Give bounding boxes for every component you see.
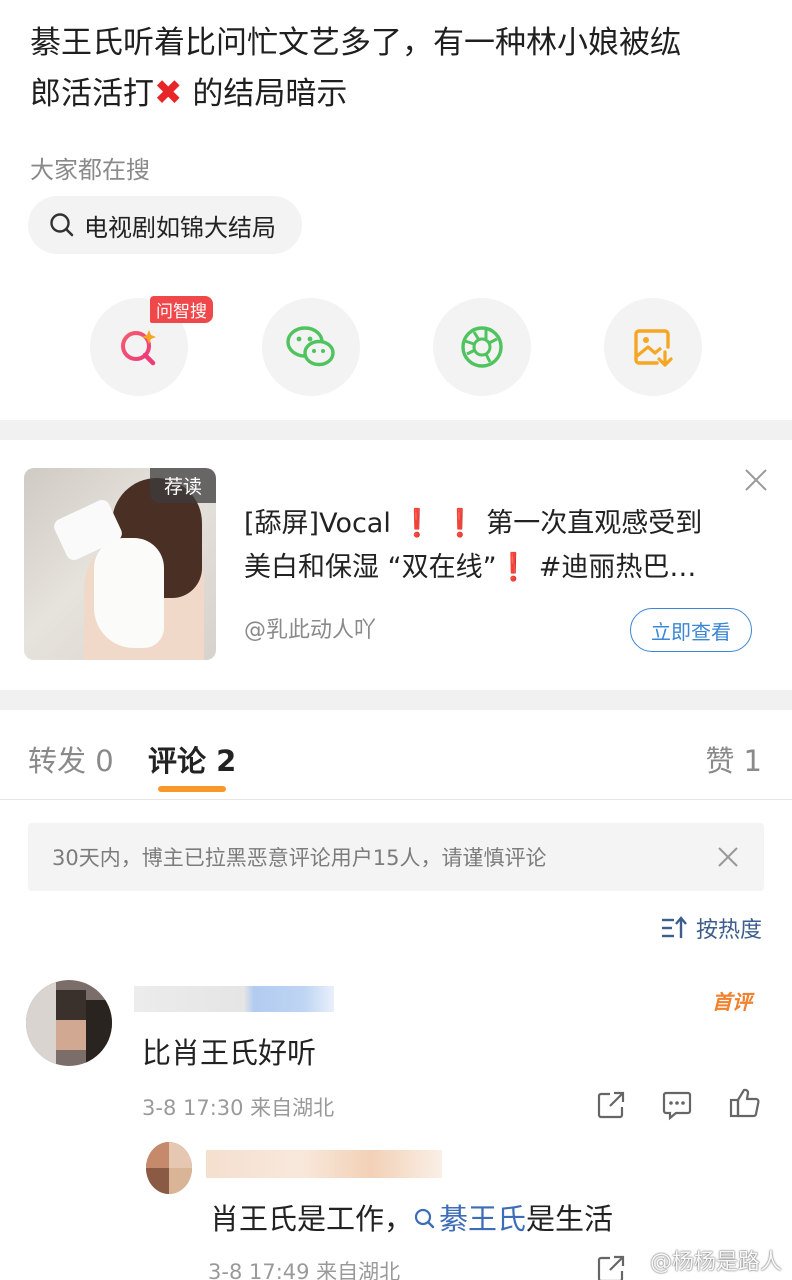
avatar[interactable]: [146, 1142, 192, 1194]
post-text: 綦王氏听着比问忙文艺多了，有一种林小娘被纮 郎活活打✖ 的结局暗示: [30, 18, 770, 119]
share-icon[interactable]: [594, 1088, 628, 1122]
like-icon[interactable]: [728, 1086, 762, 1120]
reply-icon[interactable]: [660, 1088, 694, 1122]
tab-likes[interactable]: 赞 1: [705, 738, 762, 780]
search-chip-label: 电视剧如锦大结局: [84, 213, 276, 242]
search-icon: [414, 1208, 435, 1229]
ai-search-badge: 问智搜: [150, 296, 213, 323]
share-row: 问智搜: [0, 296, 792, 398]
blocked-users-notice: 30天内，博主已拉黑恶意评论用户15人，请谨慎评论: [28, 823, 764, 891]
view-now-button[interactable]: 立即查看: [630, 608, 752, 652]
exclamation-icon: ❗: [496, 552, 531, 583]
recommended-card[interactable]: 荐读 [舔屏]Vocal ❗ ❗ 第一次直观感受到 美白和保湿 “双在线”❗ #…: [0, 440, 792, 690]
tab-comments[interactable]: 评论 2: [148, 738, 236, 780]
moments-icon: [461, 326, 503, 368]
active-tab-indicator: [158, 786, 226, 792]
notice-text: 30天内，博主已拉黑恶意评论用户15人，请谨慎评论: [52, 846, 547, 870]
post-text-line2: 郎活活打✖ 的结局暗示: [30, 73, 348, 113]
interaction-tabs: 转发 0 评论 2 赞 1: [0, 710, 792, 800]
cross-mark-icon: ✖: [154, 73, 183, 113]
recommended-thumbnail[interactable]: 荐读: [24, 468, 216, 660]
close-icon[interactable]: [716, 845, 740, 869]
recommended-author[interactable]: @乳此动人吖: [244, 612, 376, 644]
reply-meta: 3-8 17:49 来自湖北: [208, 1260, 401, 1280]
comment-meta: 3-8 17:30 来自湖北: [142, 1096, 335, 1120]
save-image-icon: [634, 329, 673, 367]
watermark: @杨杨是路人: [649, 1250, 782, 1275]
share-icon[interactable]: [594, 1252, 628, 1280]
save-image-button[interactable]: [604, 298, 702, 396]
section-divider: [0, 690, 792, 710]
wechat-icon: [286, 326, 335, 367]
sort-icon: [661, 916, 687, 938]
topic-search-link[interactable]: 綦王氏: [439, 1202, 526, 1236]
sort-label: 按热度: [695, 918, 762, 943]
close-icon[interactable]: [742, 466, 770, 494]
comment-text: 比肖王氏好听: [142, 1036, 317, 1070]
moments-share-button[interactable]: [433, 298, 531, 396]
ai-search-button[interactable]: 问智搜: [90, 296, 213, 396]
section-divider: [0, 420, 792, 440]
avatar[interactable]: [26, 980, 112, 1066]
reply-text: 肖王氏是工作， 綦王氏是生活: [210, 1202, 614, 1236]
first-comment-badge: 首评: [712, 990, 752, 1014]
wechat-share-button[interactable]: [262, 298, 360, 396]
search-chip[interactable]: 电视剧如锦大结局: [28, 196, 302, 254]
commenter-name-blurred[interactable]: [134, 986, 334, 1012]
post-text-line1: 綦王氏听着比问忙文艺多了，有一种林小娘被纮: [30, 25, 681, 61]
sort-by-heat-button[interactable]: 按热度: [660, 912, 762, 944]
recommended-title[interactable]: [舔屏]Vocal ❗ ❗ 第一次直观感受到 美白和保湿 “双在线”❗ #迪丽热…: [244, 502, 764, 590]
recommended-tag: 荐读: [149, 468, 216, 503]
replier-name-blurred[interactable]: [206, 1150, 442, 1178]
tab-repost[interactable]: 转发 0: [28, 738, 114, 780]
ai-search-icon: [121, 330, 156, 366]
exclamation-icon: ❗ ❗: [390, 508, 487, 539]
search-hint-label: 大家都在搜: [30, 156, 150, 184]
search-icon: [50, 213, 74, 237]
